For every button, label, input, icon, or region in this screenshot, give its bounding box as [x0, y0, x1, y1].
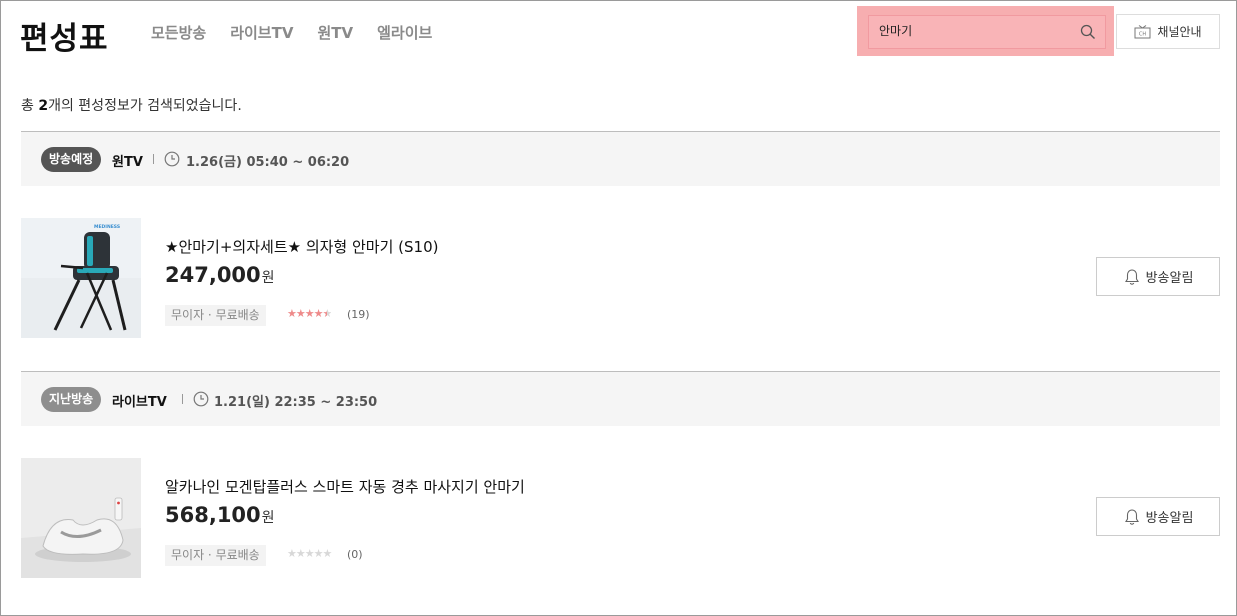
- channel-name: 라이브TV: [112, 395, 167, 410]
- alarm-label: 방송알림: [1145, 271, 1194, 286]
- nav-l-live[interactable]: 엘라이브: [377, 22, 432, 43]
- search-icon[interactable]: [1080, 24, 1096, 40]
- product-tags: 무이자 · 무료배송: [165, 305, 266, 326]
- clock-icon: [164, 151, 180, 167]
- divider: [182, 394, 183, 404]
- star-icon: ★: [295, 307, 306, 320]
- product-image[interactable]: [21, 458, 141, 578]
- nav-all-broadcasts[interactable]: 모든방송: [151, 22, 206, 43]
- summary-prefix: 총: [21, 98, 39, 114]
- broadcast-alarm-button[interactable]: 방송알림: [1096, 497, 1220, 536]
- status-badge: 지난방송: [41, 387, 102, 412]
- review-count: (19): [347, 308, 370, 321]
- status-badge: 방송예정: [41, 147, 102, 172]
- star-icon: ★: [322, 307, 333, 320]
- bell-icon: [1124, 508, 1139, 525]
- star-icon: ★: [313, 547, 324, 560]
- price-unit: 원: [261, 510, 275, 526]
- product-price: 247,000원: [165, 263, 275, 287]
- rating-stars: ★★★★★: [287, 307, 333, 320]
- review-count: (0): [347, 548, 363, 561]
- star-icon: ★: [295, 547, 306, 560]
- channel-name: 원TV: [112, 155, 143, 170]
- product-name[interactable]: ★안마기+의자세트★ 의자형 안마기 (S10): [165, 236, 438, 257]
- product-name[interactable]: 알카나인 모겐탑플러스 스마트 자동 경추 마사지기 안마기: [165, 476, 525, 497]
- nav-live-tv[interactable]: 라이브TV: [230, 22, 293, 43]
- broadcast-alarm-button[interactable]: 방송알림: [1096, 257, 1220, 296]
- svg-text:CH: CH: [1139, 31, 1146, 37]
- star-icon: ★: [322, 547, 333, 560]
- channel-guide-button[interactable]: CH 채널안내: [1116, 14, 1220, 49]
- clock-icon: [193, 391, 209, 407]
- tv-icon: CH: [1134, 24, 1151, 38]
- star-icon: ★: [313, 307, 324, 320]
- nav-one-tv[interactable]: 원TV: [317, 22, 353, 43]
- broadcast-time: 1.26(금) 05:40 ~ 06:20: [186, 155, 350, 170]
- top-header: 편성표 모든방송 라이브TV 원TV 엘라이브 CH 채널안내: [1, 1, 1236, 71]
- result-count-number: 2: [38, 98, 49, 114]
- star-icon: ★: [304, 307, 315, 320]
- star-icon: ★: [287, 547, 297, 560]
- search-box: [868, 15, 1106, 49]
- rating-stars: ★★★★★: [287, 547, 333, 560]
- bell-icon: [1124, 268, 1139, 285]
- star-icon: ★: [287, 307, 297, 320]
- channel-guide-label: 채널안내: [1157, 25, 1202, 39]
- price-value: 247,000: [165, 263, 261, 287]
- schedule-group-header: 방송예정 원TV 1.26(금) 05:40 ~ 06:20: [21, 131, 1220, 186]
- main-nav: 모든방송 라이브TV 원TV 엘라이브: [151, 22, 432, 43]
- star-icon: ★: [304, 547, 315, 560]
- broadcast-time: 1.21(일) 22:35 ~ 23:50: [214, 395, 378, 410]
- page-title: 편성표: [20, 21, 109, 57]
- schedule-group-header: 지난방송 라이브TV 1.21(일) 22:35 ~ 23:50: [21, 371, 1220, 426]
- price-value: 568,100: [165, 503, 261, 527]
- price-unit: 원: [261, 270, 275, 286]
- divider: [153, 154, 154, 164]
- product-tags: 무이자 · 무료배송: [165, 545, 266, 566]
- product-price: 568,100원: [165, 503, 275, 527]
- result-summary: 총 2개의 편성정보가 검색되었습니다.: [21, 95, 242, 115]
- product-image[interactable]: MEDINESS: [21, 218, 141, 338]
- svg-text:MEDINESS: MEDINESS: [94, 224, 120, 230]
- summary-suffix: 개의 편성정보가 검색되었습니다.: [48, 98, 242, 114]
- alarm-label: 방송알림: [1145, 511, 1194, 526]
- search-input[interactable]: [879, 23, 1069, 37]
